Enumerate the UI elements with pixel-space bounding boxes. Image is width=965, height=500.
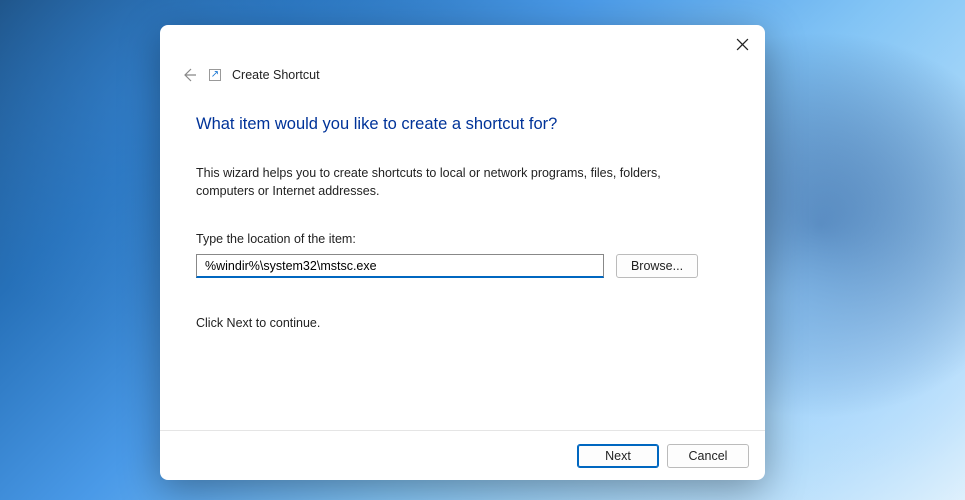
wizard-title: Create Shortcut	[232, 68, 320, 82]
back-arrow-icon	[181, 67, 197, 83]
dialog-footer: Next Cancel	[160, 430, 765, 480]
location-input[interactable]	[196, 254, 604, 278]
input-row: Browse...	[196, 254, 729, 278]
titlebar	[160, 25, 765, 63]
cancel-button[interactable]: Cancel	[667, 444, 749, 468]
back-button[interactable]	[180, 66, 198, 84]
shortcut-icon	[208, 68, 222, 82]
create-shortcut-dialog: Create Shortcut What item would you like…	[160, 25, 765, 480]
page-heading: What item would you like to create a sho…	[196, 115, 729, 134]
browse-button[interactable]: Browse...	[616, 254, 698, 278]
description-text: This wizard helps you to create shortcut…	[196, 164, 716, 200]
input-label: Type the location of the item:	[196, 230, 729, 248]
next-button[interactable]: Next	[577, 444, 659, 468]
close-button[interactable]	[733, 35, 751, 53]
close-icon	[736, 38, 749, 51]
continue-text: Click Next to continue.	[196, 314, 729, 332]
wizard-header: Create Shortcut	[160, 63, 765, 87]
dialog-content: What item would you like to create a sho…	[160, 87, 765, 430]
